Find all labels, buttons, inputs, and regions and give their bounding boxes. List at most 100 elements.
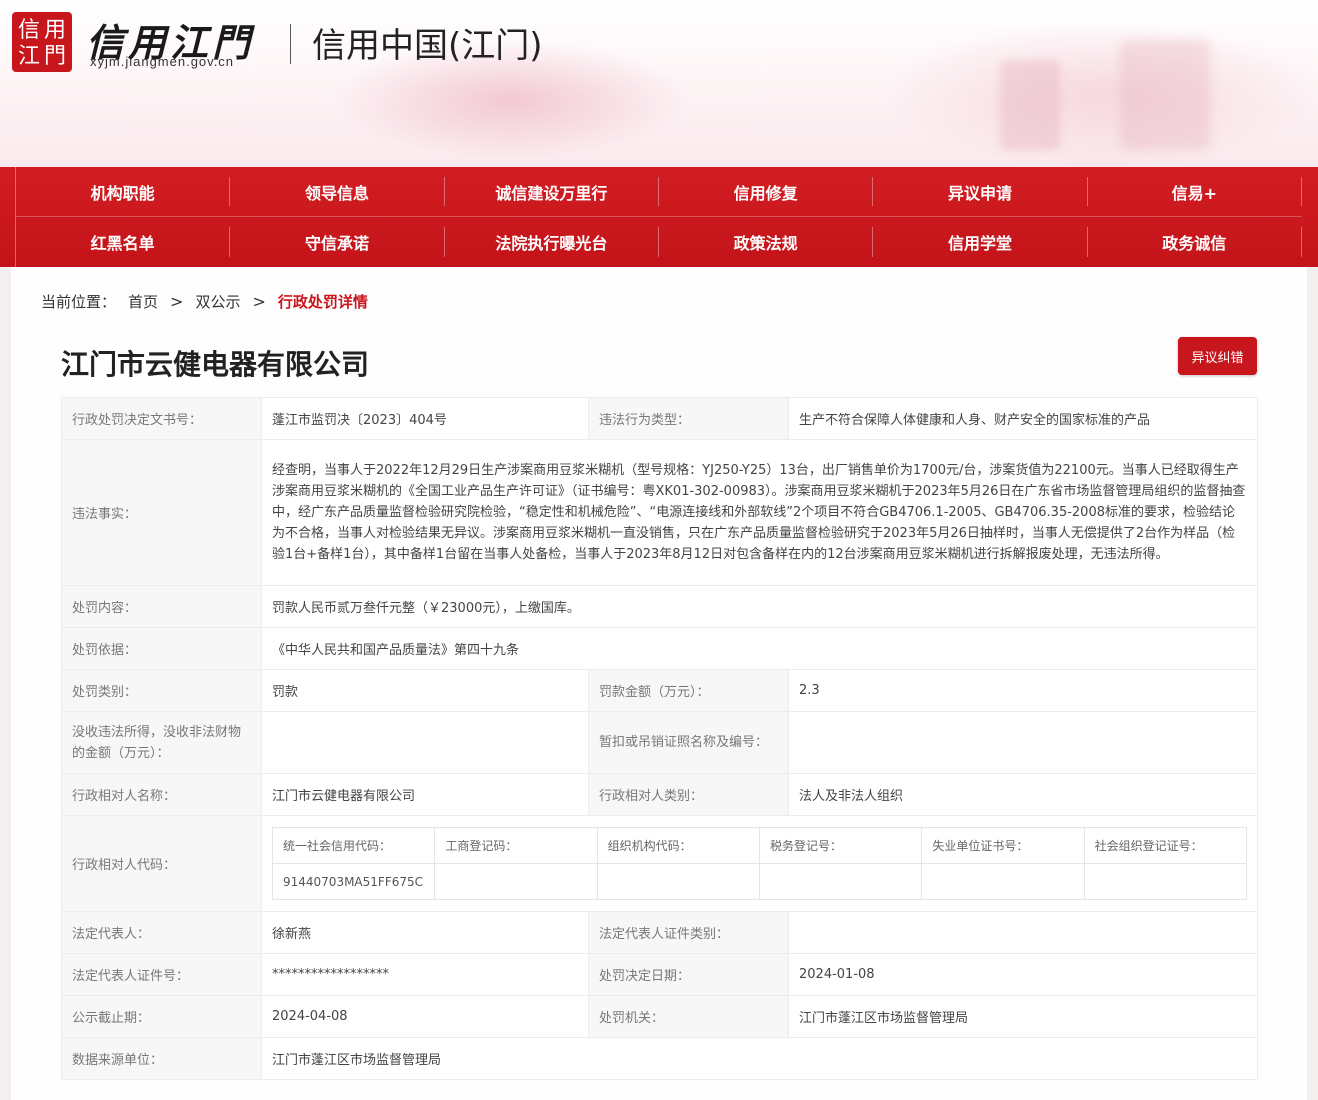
deadline-value: 2024-04-08	[261, 995, 589, 1038]
violation-type-label: 违法行为类型：	[588, 397, 789, 440]
nav-item-credit-school[interactable]: 信用学堂	[873, 227, 1088, 257]
nav-item-functions[interactable]: 机构职能	[16, 177, 231, 206]
logo-domain: xyjm.jiangmen.gov.cn	[90, 54, 235, 69]
table-row: 处罚类别： 罚款 罚款金额（万元）： 2.3	[61, 669, 1258, 712]
nav-item-credit-pledge[interactable]: 守信承诺	[230, 227, 445, 257]
code-header-uscc: 统一社会信用代码：	[271, 827, 436, 864]
license-value	[788, 711, 1258, 774]
nav-item-objection[interactable]: 异议申请	[873, 177, 1088, 206]
table-row: 处罚依据： 《中华人民共和国产品质量法》第四十九条	[61, 627, 1258, 670]
legal-id-type-label: 法定代表人证件类别：	[588, 911, 789, 954]
authority-label: 处罚机关：	[588, 995, 789, 1038]
facts-label: 违法事实：	[61, 439, 262, 586]
breadcrumb-current: 行政处罚详情	[277, 293, 368, 311]
source-label: 数据来源单位：	[61, 1037, 262, 1080]
nav-item-integrity-tour[interactable]: 诚信建设万里行	[445, 177, 659, 206]
table-row: 数据来源单位： 江门市蓬江区市场监督管理局	[61, 1037, 1258, 1080]
nav-item-court-exposure[interactable]: 法院执行曝光台	[445, 227, 659, 257]
doc-no-label: 行政处罚决定文书号：	[61, 397, 262, 440]
table-row: 行政相对人代码： 统一社会信用代码： 工商登记码： 组织机构代码： 税务登记号：…	[61, 815, 1258, 912]
breadcrumb-separator: >	[252, 292, 266, 311]
category-value: 罚款	[261, 669, 589, 712]
table-row: 处罚内容： 罚款人民币贰万叁仟元整（￥23000元），上缴国库。	[61, 585, 1258, 628]
code-value-business-reg	[434, 863, 598, 900]
party-type-label: 行政相对人类别：	[588, 773, 789, 816]
breadcrumb-label: 当前位置：	[41, 293, 117, 311]
legal-rep-value: 徐新燕	[261, 911, 589, 954]
header-decoration	[1120, 40, 1210, 150]
breadcrumb-separator: >	[170, 292, 184, 311]
confiscate-value	[261, 711, 589, 774]
code-header-business-reg: 工商登记码：	[434, 827, 598, 864]
legal-id-type-value	[788, 911, 1258, 954]
header-decoration	[1000, 60, 1060, 150]
page-title: 江门市云健电器有限公司	[61, 348, 370, 381]
logo-divider	[290, 24, 291, 64]
decision-date-label: 处罚决定日期：	[588, 953, 789, 996]
party-code-table: 统一社会信用代码： 工商登记码： 组织机构代码： 税务登记号： 失业单位证书号：…	[271, 827, 1248, 900]
breadcrumb-section[interactable]: 双公示	[195, 291, 240, 312]
nav-item-policies[interactable]: 政策法规	[659, 227, 874, 257]
code-header-unemployment-cert: 失业单位证书号：	[921, 827, 1085, 864]
violation-type-value: 生产不符合保障人体健康和人身、财产安全的国家标准的产品	[788, 397, 1258, 440]
logo-seal-character: 信	[17, 18, 40, 43]
header-decoration	[880, 20, 1318, 167]
authority-value: 江门市蓬江区市场监督管理局	[788, 995, 1258, 1038]
source-value: 江门市蓬江区市场监督管理局	[261, 1037, 1258, 1080]
main-nav: 机构职能 领导信息 诚信建设万里行 信用修复 异议申请 信易+ 红黑名单 守信承…	[0, 167, 1318, 267]
nav-item-credit-repair[interactable]: 信用修复	[659, 177, 874, 206]
legal-id-no-value: ******************	[261, 953, 589, 996]
fine-label: 罚款金额（万元）：	[588, 669, 789, 712]
basis-label: 处罚依据：	[61, 627, 262, 670]
code-header-org-code: 组织机构代码：	[596, 827, 760, 864]
content-value: 罚款人民币贰万叁仟元整（￥23000元），上缴国库。	[261, 585, 1258, 628]
party-name-label: 行政相对人名称：	[61, 773, 262, 816]
nav-row-1: 机构职能 领导信息 诚信建设万里行 信用修复 异议申请 信易+	[15, 167, 1302, 217]
decision-date-value: 2024-01-08	[788, 953, 1258, 996]
site-title[interactable]: 信用中国(江门)	[312, 18, 543, 67]
category-label: 处罚类别：	[61, 669, 262, 712]
table-row: 违法事实： 经查明，当事人于2022年12月29日生产涉案商用豆浆米糊机（型号规…	[61, 439, 1258, 586]
table-row: 法定代表人证件号： ****************** 处罚决定日期： 202…	[61, 953, 1258, 996]
deadline-label: 公示截止期：	[61, 995, 262, 1038]
code-header-social-org-cert: 社会组织登记证号：	[1083, 827, 1248, 864]
site-header: 信用江門 信用江門 xyjm.jiangmen.gov.cn 信用中国(江门)	[0, 0, 1318, 167]
code-value-uscc: 91440703MA51FF675C	[271, 863, 436, 900]
code-value-org-code	[596, 863, 760, 900]
legal-rep-label: 法定代表人：	[61, 911, 262, 954]
logo-seal[interactable]: 信用江門	[12, 12, 72, 72]
breadcrumb: 当前位置： 首页 > 双公示 > 行政处罚详情	[41, 291, 368, 312]
party-code-cell: 统一社会信用代码： 工商登记码： 组织机构代码： 税务登记号： 失业单位证书号：…	[261, 815, 1258, 912]
code-header-tax-reg: 税务登记号：	[758, 827, 923, 864]
logo-seal-character: 用	[43, 18, 66, 43]
nav-row-2: 红黑名单 守信承诺 法院执行曝光台 政策法规 信用学堂 政务诚信	[15, 217, 1302, 267]
basis-value: 《中华人民共和国产品质量法》第四十九条	[261, 627, 1258, 670]
content-label: 处罚内容：	[61, 585, 262, 628]
confiscate-label: 没收违法所得，没收非法财物的金额（万元）：	[61, 711, 262, 774]
objection-button[interactable]: 异议纠错	[1178, 337, 1257, 375]
table-row: 行政相对人名称： 江门市云健电器有限公司 行政相对人类别： 法人及非法人组织	[61, 773, 1258, 816]
license-label: 暂扣或吊销证照名称及编号：	[588, 711, 789, 774]
code-value-social-org-cert	[1083, 863, 1248, 900]
nav-item-leaders[interactable]: 领导信息	[230, 177, 445, 206]
table-row: 法定代表人： 徐新燕 法定代表人证件类别：	[61, 911, 1258, 954]
penalty-detail-table: 行政处罚决定文书号： 蓬江市监罚决〔2023〕404号 违法行为类型： 生产不符…	[61, 397, 1258, 1080]
party-type-value: 法人及非法人组织	[788, 773, 1258, 816]
party-code-label: 行政相对人代码：	[61, 815, 262, 912]
logo-seal-character: 江	[17, 44, 40, 69]
code-value-tax-reg	[758, 863, 923, 900]
party-name-value: 江门市云健电器有限公司	[261, 773, 589, 816]
legal-id-no-label: 法定代表人证件号：	[61, 953, 262, 996]
facts-value: 经查明，当事人于2022年12月29日生产涉案商用豆浆米糊机（型号规格：YJ25…	[261, 439, 1258, 586]
doc-no-value: 蓬江市监罚决〔2023〕404号	[261, 397, 589, 440]
nav-item-government-integrity[interactable]: 政务诚信	[1088, 227, 1302, 257]
breadcrumb-home[interactable]: 首页	[128, 291, 158, 312]
table-row: 没收违法所得，没收非法财物的金额（万元）： 暂扣或吊销证照名称及编号：	[61, 711, 1258, 774]
nav-item-red-black-list[interactable]: 红黑名单	[16, 227, 231, 257]
code-value-unemployment-cert	[921, 863, 1085, 900]
nav-item-xinyi-plus[interactable]: 信易+	[1088, 177, 1302, 206]
logo-seal-character: 門	[43, 44, 66, 69]
main-content: 当前位置： 首页 > 双公示 > 行政处罚详情 江门市云健电器有限公司 异议纠错…	[11, 267, 1307, 1100]
table-row: 行政处罚决定文书号： 蓬江市监罚决〔2023〕404号 违法行为类型： 生产不符…	[61, 397, 1258, 440]
table-row: 公示截止期： 2024-04-08 处罚机关： 江门市蓬江区市场监督管理局	[61, 995, 1258, 1038]
